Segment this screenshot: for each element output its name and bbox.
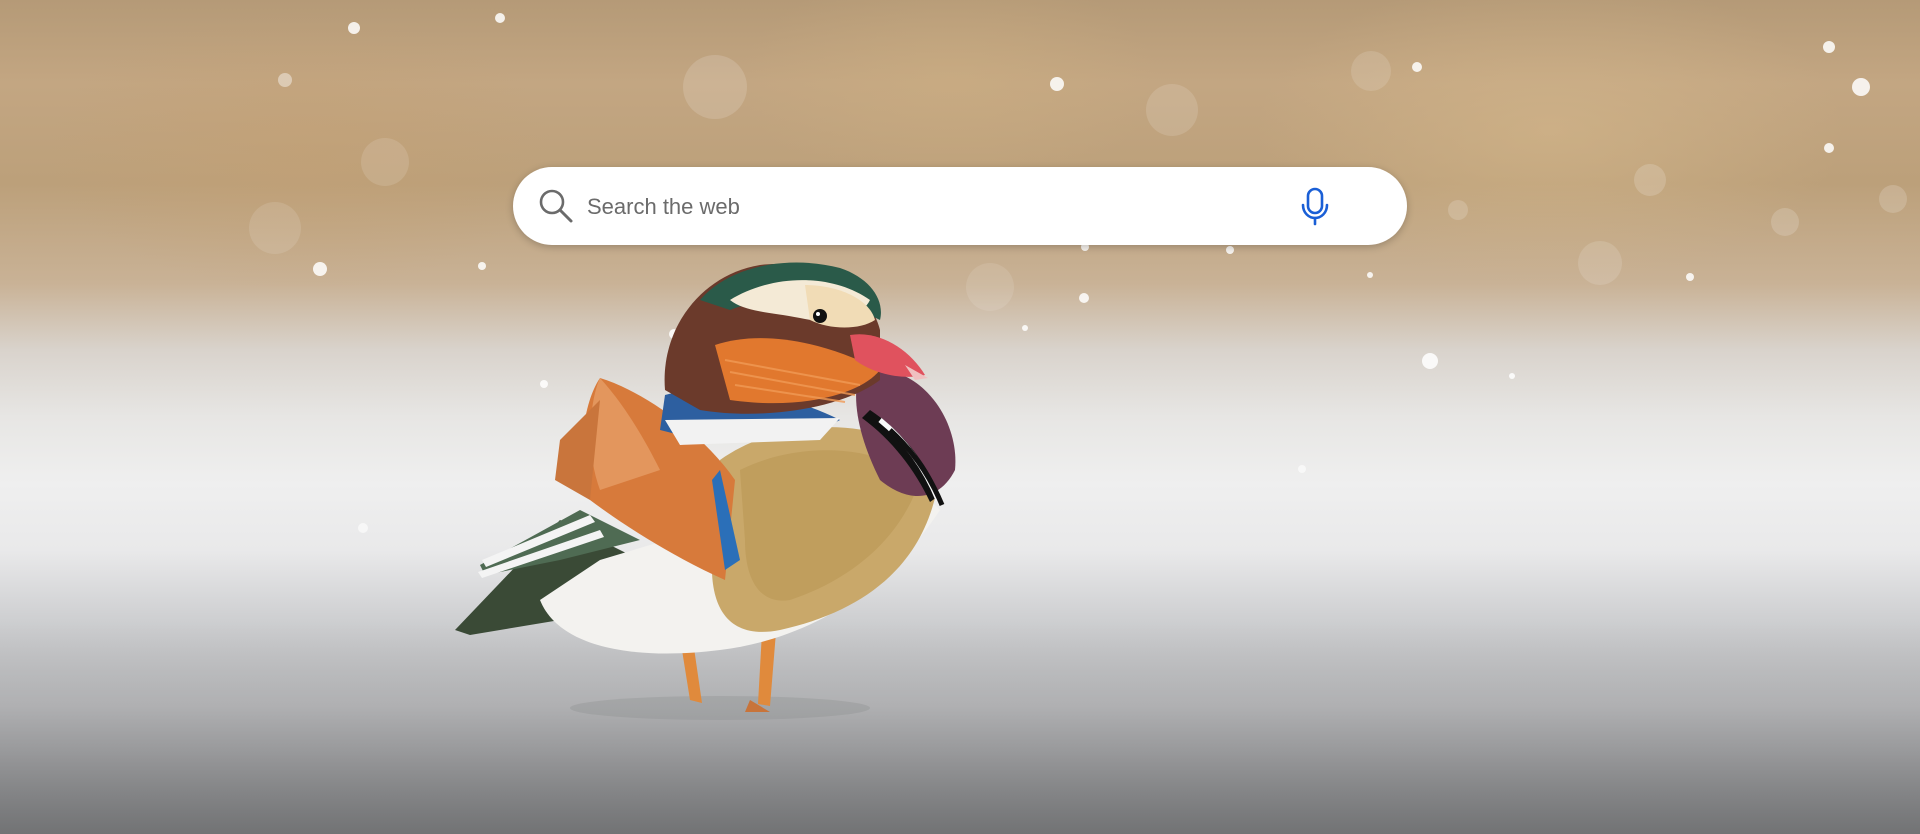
- background-photo-duck: [249, 13, 1907, 720]
- search-icon[interactable]: [537, 187, 575, 225]
- search-bar[interactable]: [513, 167, 1407, 247]
- search-input[interactable]: [585, 167, 1149, 247]
- microphone-icon[interactable]: [1295, 185, 1335, 227]
- new-tab-page: [0, 0, 1920, 834]
